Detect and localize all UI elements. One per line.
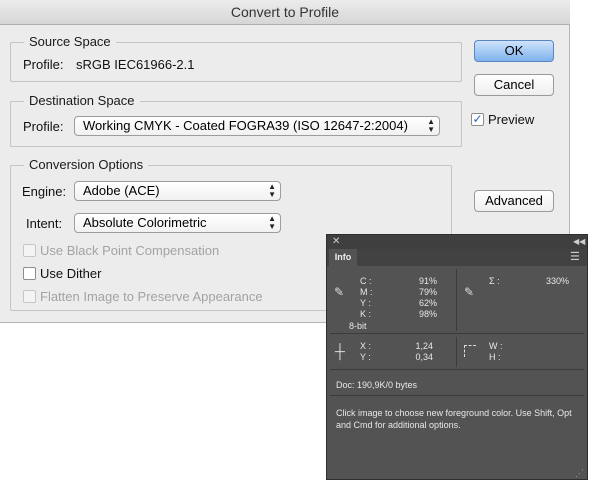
divider <box>330 369 584 370</box>
source-profile-label: Profile: <box>23 57 64 72</box>
select-arrows-icon: ▲ ▼ <box>268 182 276 199</box>
close-icon[interactable]: ✕ <box>332 235 340 249</box>
tab-info[interactable]: Info <box>329 249 357 266</box>
tab-strip <box>327 249 587 266</box>
resize-grip-icon[interactable]: ⋰ <box>575 469 584 478</box>
x-label: X : <box>360 341 372 351</box>
h-label: H : <box>489 352 501 362</box>
checkmark-icon: ✓ <box>472 112 483 126</box>
engine-label: Engine: <box>22 184 67 199</box>
select-arrows-icon: ▲ ▼ <box>268 214 276 231</box>
hint-text: Click image to choose new foreground col… <box>336 408 572 430</box>
divider <box>330 333 584 334</box>
k-value: 98% <box>418 309 437 319</box>
advanced-button[interactable]: Advanced <box>474 190 554 212</box>
selection-size-icon <box>464 345 476 357</box>
select-arrows-icon: ▲ ▼ <box>427 117 435 134</box>
c-value: 91% <box>418 276 437 286</box>
w-label: W : <box>489 341 503 351</box>
eyedropper-icon[interactable]: ✎ <box>464 285 474 299</box>
panel-menu-icon[interactable]: ☰ <box>570 250 580 264</box>
dialog-title: Convert to Profile <box>0 0 570 25</box>
cancel-button[interactable]: Cancel <box>474 74 554 96</box>
dither-label: Use Dither <box>40 266 102 281</box>
panel-top-bar <box>327 235 587 249</box>
dither-checkbox[interactable] <box>23 267 36 280</box>
m-label: M : <box>360 287 373 297</box>
bit-depth: 8-bit <box>349 321 367 331</box>
y-label: Y : <box>360 298 371 308</box>
doc-size: Doc: 190,9K/0 bytes <box>336 380 418 390</box>
k-label: K : <box>360 309 372 319</box>
intent-value: Absolute Colorimetric <box>83 215 207 230</box>
black-point-checkbox[interactable] <box>23 244 36 257</box>
x-value: 1,24 <box>415 341 433 351</box>
conversion-options-legend: Conversion Options <box>24 157 149 172</box>
total-ink-value: 330% <box>545 276 569 286</box>
divider <box>456 337 457 367</box>
y-value: 62% <box>418 298 437 308</box>
preview-label: Preview <box>488 112 535 127</box>
intent-label: Intent: <box>26 216 63 231</box>
destination-profile-label: Profile: <box>23 119 64 134</box>
info-panel: ✕ ◀◀ Info ☰ ✎ C : 91% M : 79% Y : 62% K … <box>326 234 588 480</box>
flatten-checkbox[interactable] <box>23 290 36 303</box>
source-profile-value: sRGB IEC61966-2.1 <box>76 57 195 72</box>
crosshair-icon: ┼ <box>335 343 345 359</box>
m-value: 79% <box>418 287 437 297</box>
engine-value: Adobe (ACE) <box>83 183 160 198</box>
eyedropper-icon[interactable]: ✎ <box>334 285 344 299</box>
black-point-label: Use Black Point Compensation <box>40 243 220 258</box>
c-label: C : <box>360 276 372 286</box>
y-coord-value: 0,34 <box>415 352 433 362</box>
collapse-icon[interactable]: ◀◀ <box>573 235 585 249</box>
divider <box>456 269 457 331</box>
destination-space-legend: Destination Space <box>24 93 140 108</box>
destination-profile-select[interactable]: Working CMYK - Coated FOGRA39 (ISO 12647… <box>74 116 440 136</box>
y-coord-label: Y : <box>360 352 371 362</box>
ok-button[interactable]: OK <box>474 40 554 62</box>
divider <box>330 395 584 396</box>
flatten-label: Flatten Image to Preserve Appearance <box>40 289 263 304</box>
total-ink-label: Σ : <box>489 276 500 286</box>
engine-select[interactable]: Adobe (ACE) ▲ ▼ <box>74 181 281 201</box>
source-space-legend: Source Space <box>24 34 116 49</box>
destination-profile-value: Working CMYK - Coated FOGRA39 (ISO 12647… <box>83 118 408 133</box>
preview-checkbox[interactable]: ✓ <box>471 113 484 126</box>
intent-select[interactable]: Absolute Colorimetric ▲ ▼ <box>74 213 281 233</box>
